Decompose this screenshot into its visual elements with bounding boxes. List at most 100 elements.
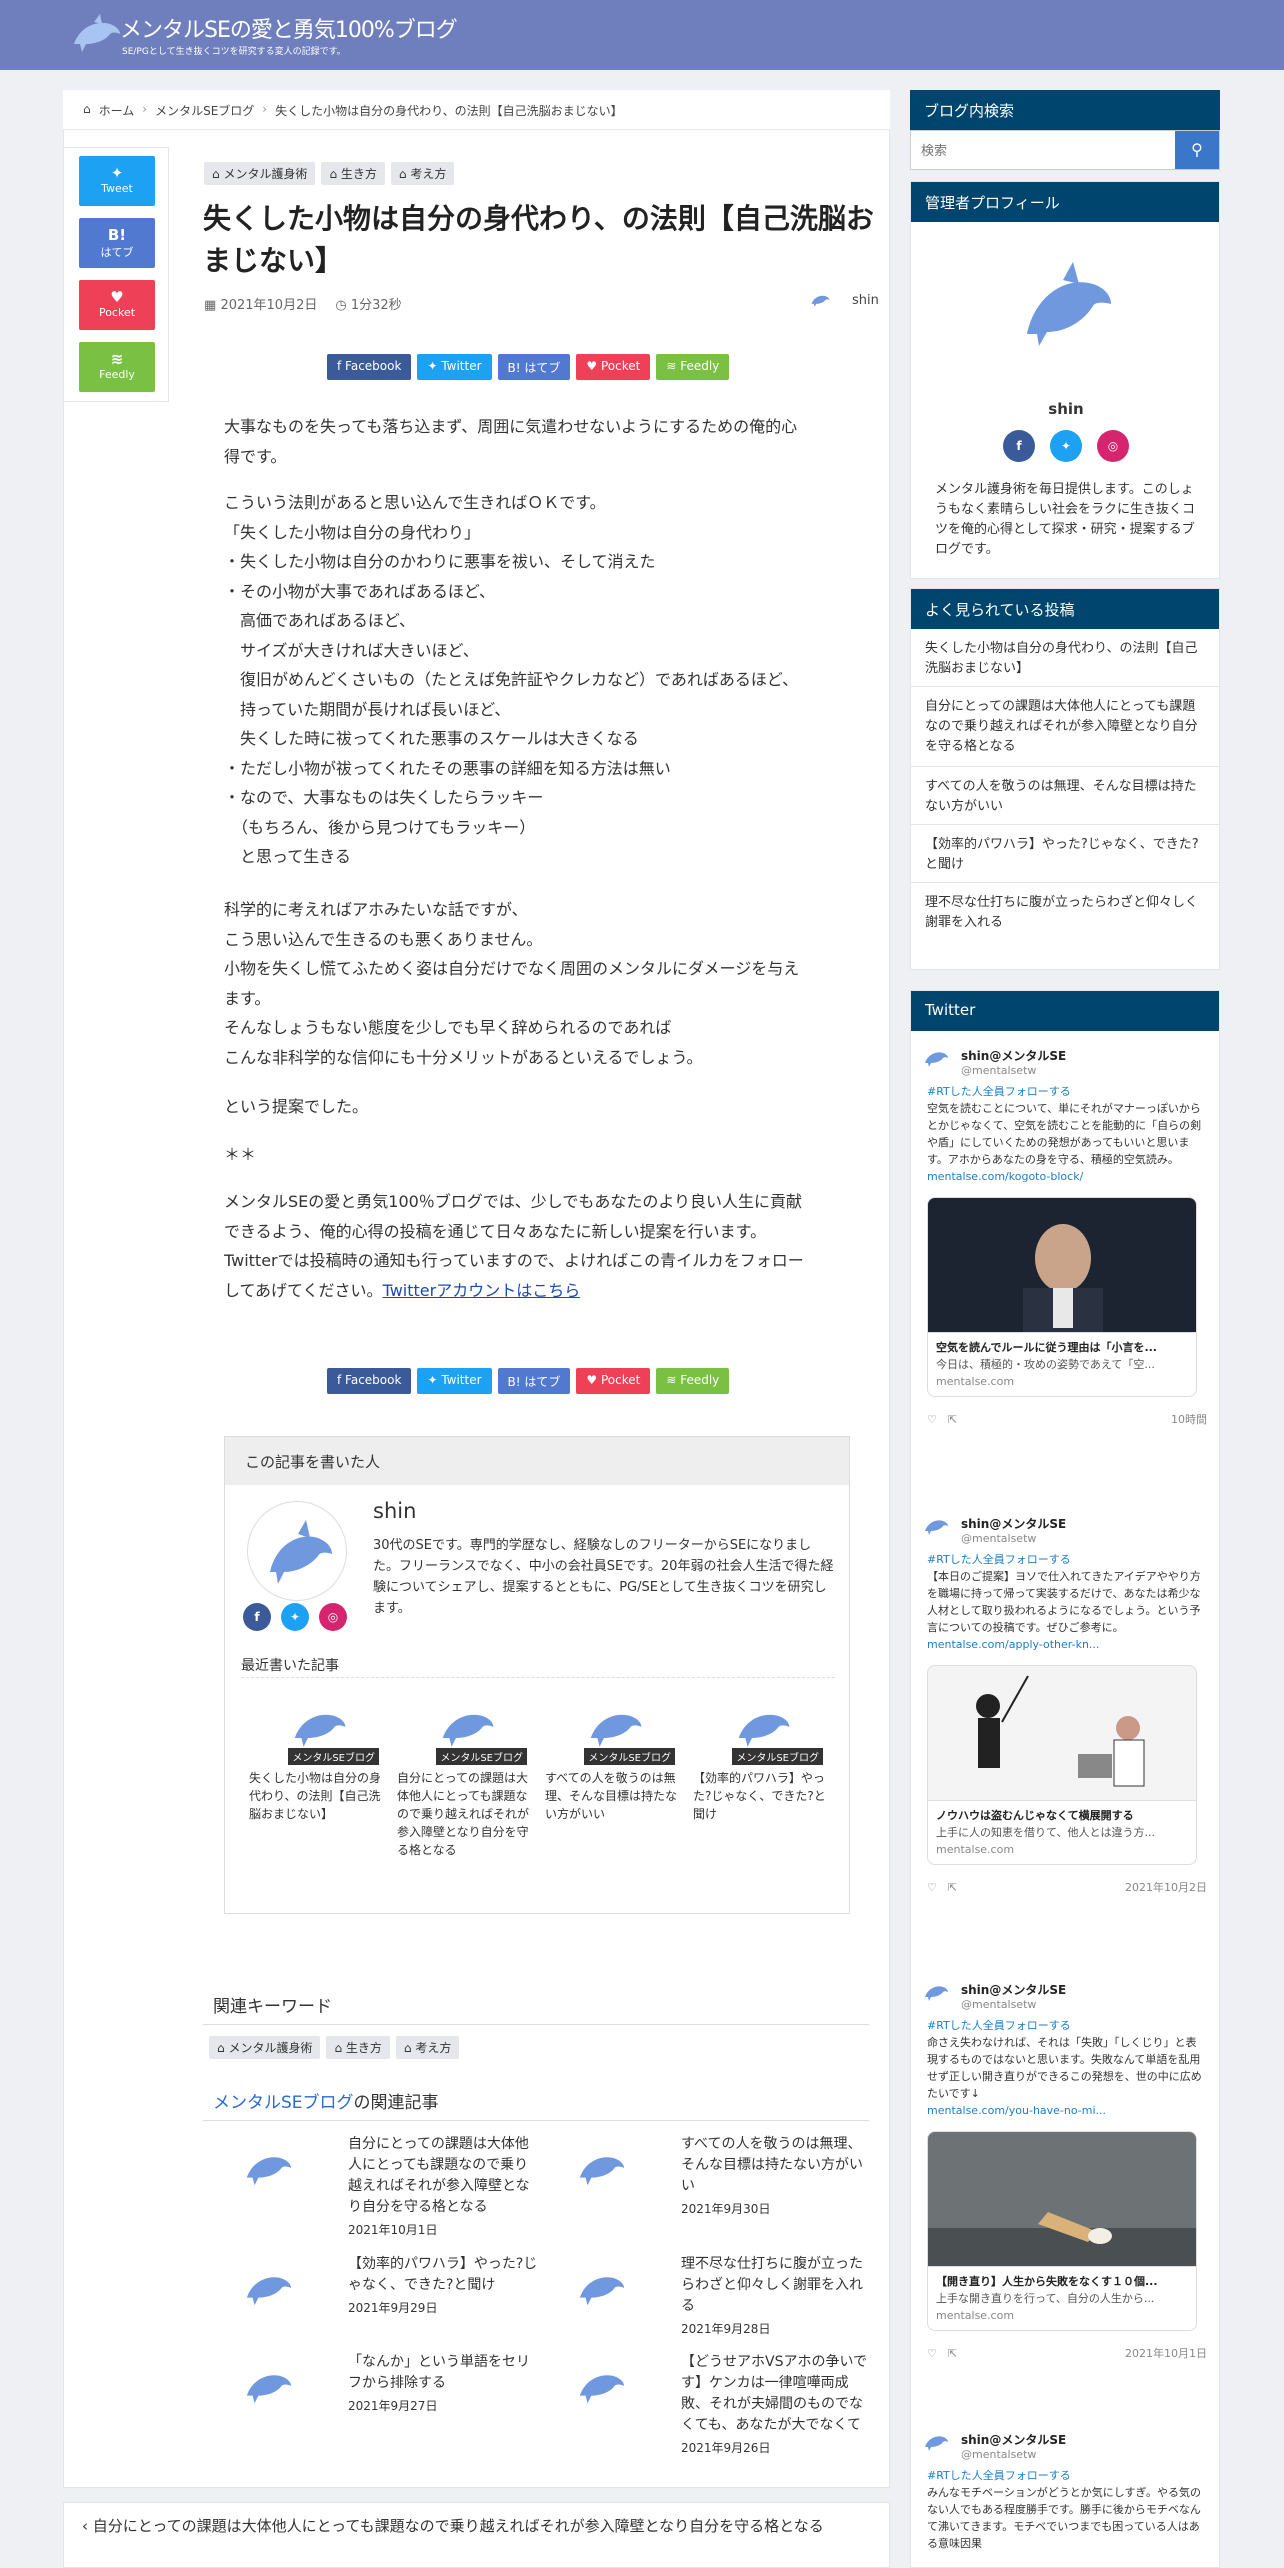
tag-chip[interactable]: ⌂ 考え方 <box>395 2036 460 2059</box>
tag-chip[interactable]: ⌂ 生き方 <box>321 162 385 185</box>
profile-description: メンタル護身術を毎日提供します。このしょうもなく素晴らしい社会をラクに生き抜くコ… <box>935 482 1196 557</box>
related-post-item[interactable]: 【効率的パワハラ】やった?じゃなく、できた?と聞け 2021年9月29日 <box>203 2254 537 2344</box>
tag-chip[interactable]: ⌂ 考え方 <box>390 162 455 185</box>
popular-post-item[interactable]: 【効率的パワハラ】やった?じゃなく、できた?と聞け <box>911 825 1219 883</box>
dolphin-icon <box>579 2157 625 2186</box>
recent-post-item[interactable]: メンタルSEブログ 失くした小物は自分の身代わり、の法則【自己洗脳おまじない】 <box>249 1705 389 1823</box>
tweet-card[interactable]: ノウハウは盗むんじゃなくて横展開する 上手に人の知恵を借りて、他人とは違う方...… <box>927 1801 1197 1865</box>
breadcrumb-current: 失くした小物は自分の身代わり、の法則【自己洗脳おまじない】 <box>275 104 623 118</box>
profile-widget: 管理者プロフィール shin f ✦ ◎ メンタル護身術を毎日提供します。このし… <box>910 181 1220 579</box>
pocket-share-button[interactable]: ♥ Pocket <box>576 354 651 380</box>
avatar <box>925 1520 948 1535</box>
prev-post-link[interactable]: ‹ 自分にとっての課題は大体他人にとっても課題なので乗り越えればそれが参入障壁と… <box>63 2502 890 2568</box>
feedly-icon: ≋ <box>110 350 124 368</box>
share-bar-top: f Facebook ✦ Twitter B! はてブ ♥ Pocket ≋ F… <box>327 354 730 380</box>
clock-icon: ◷ <box>335 298 347 313</box>
recent-post-item[interactable]: メンタルSEブログ すべての人を敬うのは無理、そんな目標は持たない方がいい <box>545 1705 685 1823</box>
hatena-share-button[interactable]: B! はてブ <box>497 1368 571 1394</box>
avatar <box>925 1052 948 1067</box>
dolphin-icon <box>246 2277 292 2306</box>
dolphin-icon <box>579 2277 625 2306</box>
search-input[interactable] <box>911 131 1175 169</box>
divider <box>241 1677 835 1678</box>
keywords-heading: 関連キーワード <box>213 1997 332 2017</box>
like-icon[interactable]: ♡ ⇱ <box>927 1879 957 1895</box>
article-paragraph: 科学的に考えればアホみたいな話ですが、 こう思い込んで生きるのも悪くありません。小… <box>224 900 800 1067</box>
twitter-share-button[interactable]: ✦ Twitter <box>417 354 492 380</box>
chevron-right-icon: › <box>262 102 268 116</box>
dolphin-icon <box>590 1714 642 1747</box>
twitter-account-link[interactable]: Twitterアカウントはこちら <box>383 1281 581 1300</box>
author-avatar-icon <box>811 295 830 307</box>
related-post-item[interactable]: すべての人を敬うのは無理、そんな目標は持たない方がいい 2021年9月30日 <box>536 2134 866 2224</box>
tweet[interactable]: shin@メンタルSE @mentalsetw #RTした人全員フォローする 命さえ… <box>925 1981 1207 2361</box>
author-avatar[interactable] <box>247 1501 347 1601</box>
popular-post-item[interactable]: すべての人を敬うのは無理、そんな目標は持たない方がいい <box>911 767 1219 825</box>
popular-post-item[interactable]: 理不尽な仕打ちに腹が立ったらわざと仰々しく謝罪を入れる <box>911 883 1219 941</box>
feedly-share-button[interactable]: ≋ Feedly <box>656 1368 730 1394</box>
article-paragraph: こういう法則があると思い込んで生きればＯＫです。 「失くした小物は自分の身代わり」… <box>224 493 799 866</box>
instagram-icon[interactable]: ◎ <box>1097 430 1129 462</box>
article-paragraph: 大事なものを失っても落ち込まず、周囲に気遣わせないようにするための俺的心 得です。 <box>224 417 798 466</box>
vertical-share-bar: ✦ Tweet B! はてブ ♥ Pocket ≋ Feedly <box>63 147 169 402</box>
feedly-share-button[interactable]: ≋ Feedly <box>656 354 730 380</box>
breadcrumb-category[interactable]: メンタルSEブログ <box>155 102 254 118</box>
twitter-icon[interactable]: ✦ <box>1050 430 1082 462</box>
pocket-button[interactable]: ♥ Pocket <box>79 280 155 330</box>
tweet-card-image[interactable] <box>927 2131 1197 2267</box>
recent-post-item[interactable]: メンタルSEブログ 自分にとっての課題は大体他人にとっても課題なので乗り越えれば… <box>397 1705 537 1859</box>
tag-chip[interactable]: ⌂ 生き方 <box>326 2036 390 2059</box>
home-icon: ⌂ <box>83 102 91 116</box>
popular-post-item[interactable]: 自分にとっての課題は大体他人にとっても課題なので乗り越えればそれが参入障壁となり… <box>911 687 1219 767</box>
dolphin-icon <box>738 1714 790 1747</box>
tag-chip[interactable]: ⌂ メンタル護身術 <box>204 162 316 185</box>
related-post-item[interactable]: 理不尽な仕打ちに腹が立ったらわざと仰々しく謝罪を入れる 2021年9月28日 <box>536 2254 866 2344</box>
post-date: ▦ 2021年10月2日 <box>204 298 318 313</box>
tweet-card[interactable]: 【開き直り】人生から失敗をなくす１０個... 上手な開き直りを行って、自分の人生か… <box>927 2267 1197 2331</box>
profile-name: shin <box>1048 400 1084 418</box>
related-post-item[interactable]: 【どうせアホVSアホの争いです】ケンカは一律喧嘩両成敗、それが夫婦間のものでなく… <box>536 2352 867 2455</box>
facebook-icon[interactable]: f <box>243 1603 271 1631</box>
site-title[interactable]: メンタルSEの愛と勇気100%ブログ <box>120 12 458 44</box>
tweet-card-image[interactable] <box>927 1665 1197 1801</box>
article-author[interactable]: shin <box>810 292 879 308</box>
breadcrumb: ⌂ ホーム › メンタルSEブログ › 失くした小物は自分の身代わり、の法則【自… <box>63 90 890 130</box>
tweet-card-image[interactable] <box>927 1197 1197 1333</box>
related-post-item[interactable]: 自分にとっての課題は大体他人にとっても課題なので乗り越えればそれが参入障壁となり… <box>203 2134 533 2237</box>
author-description: 30代のSEです。専門的学歴なし、経験なしのフリーターからSEになりました。フリ… <box>373 1538 834 1616</box>
dolphin-icon <box>246 2157 292 2186</box>
tweet-button[interactable]: ✦ Tweet <box>79 156 155 206</box>
article-paragraph: メンタルSEの愛と勇気100％ブログでは、少しでもあなたのより良い人生に貢献 でき… <box>224 1192 804 1300</box>
facebook-share-button[interactable]: f Facebook <box>327 354 412 380</box>
dolphin-logo-icon[interactable] <box>70 14 122 54</box>
search-heading: ブログ内検索 <box>910 90 1220 130</box>
tweet-card[interactable]: 空気を読んでルールに従う理由は「小言を... 今日は、積極的・攻めの姿勢であえて「… <box>927 1333 1197 1397</box>
pocket-share-button[interactable]: ♥ Pocket <box>576 1368 651 1394</box>
dolphin-icon <box>579 2375 625 2404</box>
dolphin-icon <box>294 1714 346 1747</box>
twitter-share-button[interactable]: ✦ Twitter <box>417 1368 492 1394</box>
facebook-icon[interactable]: f <box>1003 430 1035 462</box>
twitter-heading: Twitter <box>911 991 1219 1031</box>
hatena-share-button[interactable]: B! はてブ <box>497 354 571 380</box>
tweet[interactable]: shin@メンタルSE @mentalsetw #RTした人全員フォローする みんな… <box>925 2431 1207 2552</box>
tweet[interactable]: shin@メンタルSE @mentalsetw #RTした人全員フォローする 空気を… <box>925 1047 1207 1427</box>
twitter-icon[interactable]: ✦ <box>281 1603 309 1631</box>
search-form: ⚲ <box>910 130 1220 170</box>
site-subtitle: SE/PGとして生き抜くコツを研究する変人の記録です。 <box>122 47 346 57</box>
feedly-button[interactable]: ≋ Feedly <box>79 342 155 392</box>
recent-post-item[interactable]: メンタルSEブログ 【効率的パワハラ】やった?じゃなく、できた?と聞け <box>693 1705 833 1823</box>
tag-chip[interactable]: ⌂ メンタル護身術 <box>209 2036 321 2059</box>
facebook-share-button[interactable]: f Facebook <box>327 1368 412 1394</box>
like-icon[interactable]: ♡ ⇱ <box>927 1411 957 1427</box>
popular-post-item[interactable]: 失くした小物は自分の身代わり、の法則【自己洗脳おまじない】 <box>911 629 1219 687</box>
instagram-icon[interactable]: ◎ <box>319 1603 347 1631</box>
like-icon[interactable]: ♡ ⇱ <box>927 2345 957 2361</box>
search-button[interactable]: ⚲ <box>1175 131 1219 169</box>
popular-heading: よく見られている投稿 <box>911 589 1219 629</box>
hatena-button[interactable]: B! はてブ <box>79 218 155 268</box>
author-box: この記事を書いた人 shin 30代のSEです。専門的学歴なし、経験なしのフリー… <box>224 1436 850 1914</box>
breadcrumb-home[interactable]: ホーム <box>99 102 135 118</box>
related-post-item[interactable]: 「なんか」という単語をセリフから排除する 2021年9月27日 <box>203 2352 533 2442</box>
tweet[interactable]: shin@メンタルSE @mentalsetw #RTした人全員フォローする 【本日… <box>925 1515 1207 1895</box>
